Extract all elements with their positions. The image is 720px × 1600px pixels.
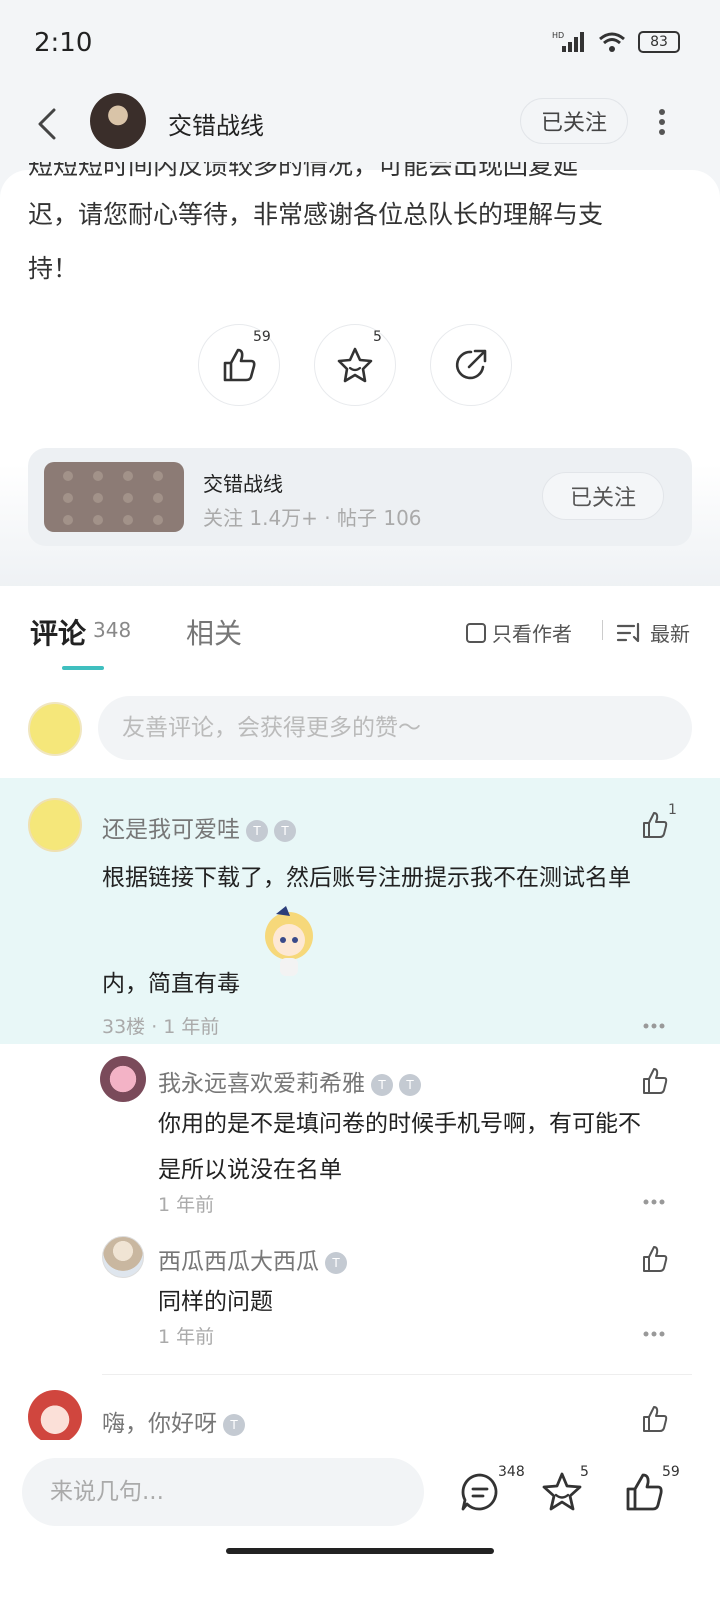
top-bar: 交错战线 已关注 — [0, 90, 720, 170]
forum-name: 交错战线 — [203, 472, 283, 496]
level-badge-icon: T — [371, 1073, 393, 1096]
star-face-icon — [337, 347, 373, 383]
level-badge-icon: T — [399, 1073, 421, 1096]
only-author-label: 只看作者 — [492, 622, 572, 646]
divider — [602, 620, 603, 640]
home-indicator[interactable] — [226, 1548, 494, 1554]
reply-text: 同样的问题 — [158, 1289, 273, 1315]
bottom-comment-count: 348 — [498, 1464, 525, 1480]
level-badge-icon: T — [274, 819, 296, 842]
replier-avatar[interactable] — [100, 1056, 146, 1102]
tab-comments[interactable]: 评论 — [30, 612, 86, 652]
sticker-image — [256, 902, 322, 982]
wifi-icon — [599, 32, 625, 52]
post-content: 短短短时间内反馈较多的情况，可能会出现回复延 迟，请您耐心等待，非常感谢各位总队… — [0, 162, 720, 590]
cellular-signal-icon: HD — [552, 31, 584, 52]
level-badge-icon: T — [223, 1413, 245, 1436]
replier-name[interactable]: 我永远喜欢爱莉希雅 T T — [158, 1064, 421, 1098]
page-title[interactable]: 交错战线 — [168, 106, 264, 141]
thumbs-up-icon — [223, 348, 256, 382]
tab-related[interactable]: 相关 — [186, 612, 242, 652]
pattern-icon — [63, 471, 163, 525]
post-text-line: 持！ — [28, 254, 79, 283]
commenter-avatar[interactable] — [28, 1390, 82, 1444]
reply-input[interactable]: 来说几句... — [22, 1458, 424, 1526]
more-vertical-icon[interactable] — [652, 104, 672, 140]
thumbs-up-icon[interactable] — [640, 1066, 670, 1096]
like-button[interactable]: 59 — [198, 324, 280, 406]
bottom-like-count: 59 — [662, 1464, 680, 1480]
comment-meta: 33楼 · 1 年前 — [102, 1016, 220, 1038]
comments-section: 评论 348 相关 只看作者 最新 友善评论，会获得更多的赞～ 还是我可爱哇 T T… — [0, 586, 720, 1466]
share-button[interactable] — [430, 324, 512, 406]
level-badge-icon: T — [246, 819, 268, 842]
sort-icon — [616, 622, 640, 642]
thumbs-up-icon[interactable] — [640, 810, 670, 840]
post-clipped-line: 短短短时间内反馈较多的情况，可能会出现回复延 — [28, 162, 579, 178]
svg-text:HD: HD — [552, 31, 564, 40]
level-badge-icon: T — [325, 1251, 347, 1274]
thumbs-up-icon[interactable] — [640, 1244, 670, 1274]
thumbs-up-icon[interactable] — [622, 1470, 666, 1514]
forum-thumbnail — [44, 462, 184, 532]
comments-count: 348 — [93, 618, 132, 642]
my-avatar — [28, 702, 82, 756]
commenter-name[interactable]: 嗨，你好呀 T — [102, 1404, 245, 1438]
bottom-action-bar: 来说几句... 348 5 59 — [0, 1440, 720, 1600]
comment-input[interactable]: 友善评论，会获得更多的赞～ — [98, 696, 692, 760]
commenter-avatar[interactable] — [28, 798, 82, 852]
status-time: 2:10 — [34, 28, 93, 58]
comment-icon[interactable] — [458, 1470, 502, 1514]
replier-avatar[interactable] — [102, 1236, 144, 1278]
like-count: 59 — [253, 329, 271, 345]
share-icon — [455, 349, 487, 380]
favorite-button[interactable]: 5 — [314, 324, 396, 406]
follow-button[interactable]: 已关注 — [520, 98, 628, 144]
reply-text: 是所以说没在名单 — [158, 1157, 342, 1183]
replier-name[interactable]: 西瓜西瓜大西瓜 T — [158, 1242, 347, 1276]
star-face-icon[interactable] — [540, 1470, 584, 1514]
post-text-line: 迟，请您耐心等待，非常感谢各位总队长的理解与支 — [28, 200, 604, 229]
divider — [102, 1374, 692, 1375]
forum-avatar[interactable] — [90, 93, 146, 149]
more-horizontal-icon[interactable] — [642, 1198, 666, 1206]
sort-toggle[interactable]: 最新 — [616, 618, 690, 647]
back-arrow-icon[interactable] — [30, 104, 70, 144]
status-bar: 2:10 HD 83 — [0, 0, 720, 90]
favorite-count: 5 — [373, 329, 382, 345]
tab-indicator — [62, 666, 104, 670]
commenter-name[interactable]: 还是我可爱哇 T T — [102, 810, 296, 844]
comment-text: 根据链接下载了，然后账号注册提示我不在测试名单 — [102, 865, 631, 891]
bottom-fav-count: 5 — [580, 1464, 589, 1480]
forum-follow-button[interactable]: 已关注 — [542, 472, 664, 520]
reply-meta: 1 年前 — [158, 1194, 215, 1216]
comment-text: 内，简直有毒 — [102, 971, 240, 997]
more-horizontal-icon[interactable] — [642, 1330, 666, 1338]
reply-text: 你用的是不是填问卷的时候手机号啊，有可能不 — [158, 1111, 641, 1137]
reply-meta: 1 年前 — [158, 1326, 215, 1348]
comment-item: 还是我可爱哇 T T 1 根据链接下载了，然后账号注册提示我不在测试名单 内，简直有… — [0, 778, 720, 1044]
sort-label: 最新 — [650, 622, 690, 646]
more-horizontal-icon[interactable] — [642, 1022, 666, 1030]
only-author-toggle[interactable]: 只看作者 — [466, 618, 572, 647]
forum-card[interactable]: 交错战线 关注 1.4万+ · 帖子 106 已关注 — [28, 448, 692, 546]
comment-like-count: 1 — [668, 802, 677, 818]
status-icons: HD 83 — [552, 30, 680, 54]
thumbs-up-icon[interactable] — [640, 1404, 670, 1434]
battery-icon: 83 — [638, 31, 680, 53]
checkbox-icon[interactable] — [466, 622, 486, 643]
forum-stats: 关注 1.4万+ · 帖子 106 — [203, 506, 422, 530]
